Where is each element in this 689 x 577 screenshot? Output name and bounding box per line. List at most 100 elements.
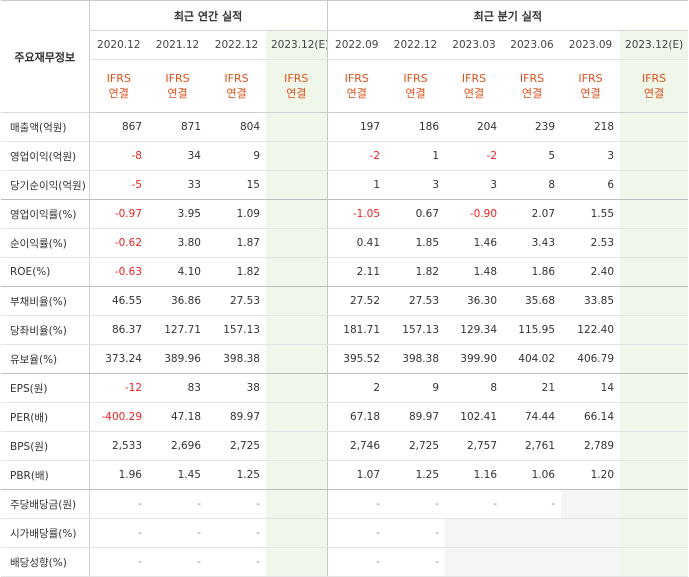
table-cell: 8	[503, 170, 562, 200]
column-date-0: 2020.12	[89, 30, 148, 60]
consolidated-label: 연결	[643, 87, 665, 100]
row-label: ROE(%)	[1, 257, 90, 287]
table-cell: 89.97	[386, 402, 446, 432]
table-cell	[620, 344, 689, 374]
table-cell: 67.18	[326, 402, 387, 432]
annual-header: 최근 연간 실적	[89, 0, 328, 31]
table-cell: 1.82	[207, 257, 266, 287]
column-ifrs-0: IFRS 연결	[89, 59, 148, 113]
table-cell	[620, 112, 689, 142]
table-cell: -5	[89, 170, 148, 200]
table-cell	[620, 489, 689, 519]
table-cell: 14	[561, 373, 621, 403]
table-cell: 9	[207, 141, 266, 171]
table-cell	[561, 547, 621, 577]
table-cell: 398.38	[386, 344, 446, 374]
table-cell: 27.52	[326, 286, 387, 316]
consolidated-label: 연결	[521, 87, 543, 100]
table-cell: 1.25	[386, 460, 446, 490]
table-cell: -	[386, 518, 446, 548]
column-date-1: 2021.12	[148, 30, 207, 60]
table-row: 당좌비율(%) 86.37 127.71 157.13 181.71 157.13 129.…	[1, 315, 689, 345]
column-ifrs-3: IFRS 연결	[266, 59, 328, 113]
table-cell: 373.24	[89, 344, 148, 374]
table-cell: -0.97	[89, 199, 148, 229]
column-ifrs-9: IFRS 연결	[620, 59, 689, 113]
column-ifrs-8: IFRS 연결	[561, 59, 621, 113]
table-row: 순이익률(%) -0.62 3.80 1.87 0.41 1.85 1.46 3.43 2.53	[1, 228, 689, 258]
table-cell	[266, 518, 328, 548]
table-cell	[266, 402, 328, 432]
table-cell: 404.02	[503, 344, 562, 374]
row-label: 영업이익(억원)	[1, 141, 90, 171]
table-cell: -8	[89, 141, 148, 171]
ifrs-label: IFRS	[284, 72, 309, 85]
table-row: BPS(원) 2,533 2,696 2,725 2,746 2,725 2,757 2,76…	[1, 431, 689, 461]
table-cell: 3	[445, 170, 504, 200]
table-cell: -	[326, 489, 387, 519]
table-cell: 66.14	[561, 402, 621, 432]
column-date-8: 2023.09	[561, 30, 621, 60]
consolidated-label: 연결	[286, 87, 307, 100]
table-cell	[266, 373, 328, 403]
consolidated-label: 연결	[580, 87, 601, 100]
table-row: 유보율(%) 373.24 389.96 398.38 395.52 398.38 399.…	[1, 344, 689, 374]
table-row: 부채비율(%) 46.55 36.86 27.53 27.52 27.53 36.30 35.…	[1, 286, 689, 316]
table-cell: 0.41	[326, 228, 387, 258]
table-cell: 27.53	[207, 286, 266, 316]
table-cell: 395.52	[326, 344, 387, 374]
table-cell: 89.97	[207, 402, 266, 432]
table-cell	[266, 112, 328, 142]
table-cell: 1.09	[207, 199, 266, 229]
table-cell: 129.34	[445, 315, 504, 345]
table-cell: 2,725	[386, 431, 446, 461]
table-cell: 389.96	[148, 344, 207, 374]
table-cell: 5	[503, 141, 562, 171]
table-cell: 1.25	[207, 460, 266, 490]
table-cell: -2	[326, 141, 387, 171]
table-cell: 2,789	[561, 431, 621, 461]
table-cell: 1.06	[503, 460, 562, 490]
consolidated-label: 연결	[346, 87, 367, 100]
table-cell: 2.07	[503, 199, 562, 229]
table-cell: 21	[503, 373, 562, 403]
table-cell: 218	[561, 112, 621, 142]
table-cell: 239	[503, 112, 562, 142]
table-cell	[445, 518, 504, 548]
table-cell: 47.18	[148, 402, 207, 432]
column-date-3: 2023.12(E)	[266, 30, 328, 60]
ifrs-label: IFRS	[519, 72, 545, 85]
table-cell: 2,761	[503, 431, 562, 461]
table-cell: 157.13	[207, 315, 266, 345]
row-label: 순이익률(%)	[1, 228, 90, 258]
table-cell: -2	[445, 141, 504, 171]
table-row: 배당성향(%) - - - - -	[1, 547, 689, 577]
table-cell: 1.46	[445, 228, 504, 258]
quarter-header: 최근 분기 실적	[326, 0, 689, 31]
table-cell: 2,757	[445, 431, 504, 461]
table-cell	[620, 228, 689, 258]
table-row: 영업이익(억원) -8 34 9 -2 1 -2 5 3	[1, 141, 689, 171]
row-label: BPS(원)	[1, 431, 90, 461]
table-cell	[620, 373, 689, 403]
table-row: 주당배당금(원) - - - - - - -	[1, 489, 689, 519]
row-label: EPS(원)	[1, 373, 90, 403]
table-cell	[266, 344, 328, 374]
column-ifrs-2: IFRS 연결	[207, 59, 266, 113]
row-label: 시가배당률(%)	[1, 518, 90, 548]
table-cell: 34	[148, 141, 207, 171]
table-cell	[266, 547, 328, 577]
table-cell: 0.67	[386, 199, 446, 229]
table-cell: 1.85	[386, 228, 446, 258]
table-cell: 1.87	[207, 228, 266, 258]
table-cell: 1.48	[445, 257, 504, 287]
table-cell: 2.53	[561, 228, 621, 258]
table-cell: 4.10	[148, 257, 207, 287]
table-cell: -400.29	[89, 402, 148, 432]
table-cell: -12	[89, 373, 148, 403]
table-cell: 8	[445, 373, 504, 403]
table-cell: 406.79	[561, 344, 621, 374]
table-cell	[445, 547, 504, 577]
table-cell	[620, 199, 689, 229]
table-cell	[620, 170, 689, 200]
